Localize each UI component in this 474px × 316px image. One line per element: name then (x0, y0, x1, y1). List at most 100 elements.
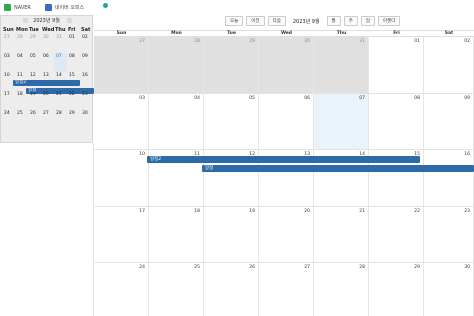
mini-calendar: 2023년 9월 Sun Mon Tue Wed Thu Fri Sat 27 … (0, 15, 94, 143)
day-cell[interactable]: 31 (314, 37, 369, 93)
day-cell[interactable]: 06 (259, 93, 314, 150)
mini-week: 17 18 19 20 21 22 23 (1, 91, 92, 110)
day-cell[interactable]: 24 (94, 263, 149, 316)
day-cell[interactable]: 04 (149, 93, 204, 150)
event-bar[interactable]: 일정2 (147, 156, 420, 164)
event-bar[interactable]: 일정 (202, 165, 474, 173)
day-cell[interactable]: 17 (94, 206, 149, 263)
day-cell[interactable]: 28 (314, 263, 369, 316)
next-button[interactable]: 다음 (267, 16, 286, 26)
bookmark-label: NAVER (14, 4, 31, 11)
day-cell[interactable]: 19 (204, 206, 259, 263)
mini-day[interactable]: 03 (2, 53, 15, 72)
week-row: 17 18 19 20 21 22 23 (94, 206, 474, 264)
mini-week: 03 04 05 06 07 08 09 (1, 53, 92, 72)
bookmark-bar: NAVER 네이버 오피스 (0, 0, 474, 15)
day-cell[interactable]: 30 (259, 37, 314, 93)
mini-calendar-title: 2023년 9월 (33, 18, 60, 24)
day-cell[interactable]: 20 (259, 206, 314, 263)
mini-dow: Thu (55, 26, 66, 33)
day-cell[interactable]: 30 (424, 263, 474, 316)
mini-day[interactable]: 05 (28, 53, 41, 72)
mini-day[interactable]: 22 (67, 91, 80, 110)
mini-dow: Sun (3, 26, 14, 33)
mini-days-of-week: Sun Mon Tue Wed Thu Fri Sat (1, 25, 92, 34)
mini-day[interactable]: 26 (28, 110, 41, 129)
day-cell[interactable]: 09 (424, 93, 474, 150)
day-cell[interactable]: 26 (204, 263, 259, 316)
mini-day[interactable]: 08 (67, 53, 80, 72)
mini-week: 10 11 12 13 14 15 16 일정2 일정 (1, 72, 94, 94)
mini-next-button[interactable] (67, 18, 72, 23)
day-cell[interactable]: 25 (149, 263, 204, 316)
extension-icon[interactable] (103, 2, 109, 8)
week-row: 27 28 29 30 31 01 02 (94, 37, 474, 94)
mini-day[interactable]: 23 (80, 91, 93, 110)
day-cell[interactable]: 03 (94, 93, 149, 150)
day-cell[interactable]: 08 (369, 93, 424, 150)
mini-dow: Sat (81, 26, 91, 33)
mini-day[interactable]: 29 (28, 34, 41, 53)
mini-day[interactable]: 09 (80, 53, 93, 72)
bookmark-naver[interactable]: NAVER (4, 4, 31, 11)
day-cell[interactable]: 05 (204, 93, 259, 150)
day-cell[interactable]: 21 (314, 206, 369, 263)
mini-day[interactable]: 18 (15, 91, 28, 110)
mini-day[interactable]: 20 (41, 91, 54, 110)
mini-prev-button[interactable] (23, 18, 28, 23)
mini-day[interactable]: 30 (41, 34, 54, 53)
mini-day[interactable]: 31 (54, 34, 67, 53)
mini-day[interactable]: 29 (67, 110, 80, 129)
week-row: 10 11 12 13 14 15 16 일정2 일정 (94, 150, 474, 207)
calendar-app: NAVER 네이버 오피스 2023년 9월 Sun Mon Tue Wed T… (0, 0, 474, 316)
mini-week: 24 25 26 27 28 29 30 (1, 110, 92, 129)
mini-day[interactable]: 28 (15, 34, 28, 53)
week-row: 24 25 26 27 28 29 30 (94, 263, 474, 316)
day-cell[interactable]: 10 (94, 150, 149, 206)
office-icon (44, 4, 52, 11)
day-cell[interactable]: 28 (149, 37, 204, 93)
day-cell[interactable]: 16 (424, 150, 474, 206)
day-view-button[interactable]: 일 (360, 16, 375, 26)
month-grid: 27 28 29 30 31 01 02 03 04 05 06 07 08 0… (94, 37, 474, 316)
mini-day[interactable]: 25 (15, 110, 28, 129)
bookmark-office[interactable]: 네이버 오피스 (44, 2, 109, 11)
mini-day[interactable]: 06 (41, 53, 54, 72)
day-cell[interactable]: 22 (369, 206, 424, 263)
prev-button[interactable]: 이전 (246, 16, 265, 26)
day-cell[interactable]: 27 (94, 37, 149, 93)
mini-day[interactable]: 17 (2, 91, 15, 110)
day-cell[interactable]: 29 (204, 37, 259, 93)
day-cell-today[interactable]: 07 (314, 93, 369, 150)
month-view: Sun Mon Tue Wed Thu Fri Sat 27 28 29 30 … (94, 30, 474, 316)
mini-dow: Fri (68, 26, 76, 33)
month-view-button[interactable]: 월 (326, 16, 341, 26)
mini-day[interactable]: 02 (80, 34, 93, 53)
day-cell[interactable]: 18 (149, 206, 204, 263)
mini-dow: Tue (29, 26, 39, 33)
today-button[interactable]: 오늘 (225, 16, 244, 26)
mini-dow: Wed (42, 26, 55, 33)
days-of-week-header: Sun Mon Tue Wed Thu Fri Sat (94, 30, 474, 37)
mini-day[interactable]: 30 (80, 110, 93, 129)
agenda-view-button[interactable]: 아젠다 (377, 16, 401, 26)
mini-day[interactable]: 27 (2, 34, 15, 53)
mini-day[interactable]: 19 (28, 91, 41, 110)
day-cell[interactable]: 23 (424, 206, 474, 263)
mini-day[interactable]: 01 (67, 34, 80, 53)
day-cell[interactable]: 01 (369, 37, 424, 93)
week-view-button[interactable]: 주 (343, 16, 358, 26)
mini-day[interactable]: 21 (54, 91, 67, 110)
mini-dow: Mon (16, 26, 28, 33)
mini-day[interactable]: 04 (15, 53, 28, 72)
mini-day-today[interactable]: 07 (54, 53, 67, 72)
mini-day[interactable]: 28 (54, 110, 67, 129)
day-cell[interactable]: 02 (424, 37, 474, 93)
mini-event[interactable]: 일정2 (13, 80, 80, 86)
day-cell[interactable]: 27 (259, 263, 314, 316)
mini-day[interactable]: 27 (41, 110, 54, 129)
calendar-title: 2023년 9월 (292, 18, 320, 25)
day-cell[interactable]: 29 (369, 263, 424, 316)
mini-day[interactable]: 24 (2, 110, 15, 129)
week-row: 03 04 05 06 07 08 09 (94, 93, 474, 151)
